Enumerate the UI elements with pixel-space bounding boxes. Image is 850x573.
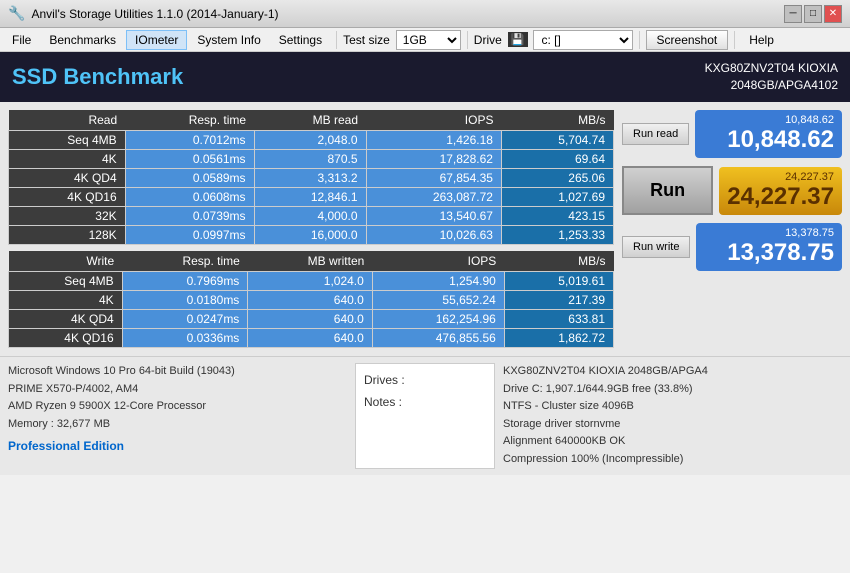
write-mbs-header: MB/s (504, 251, 613, 272)
drive-select[interactable]: c: [] (533, 30, 633, 50)
read-row-0-label: Seq 4MB (9, 131, 126, 150)
read-row-5: 128K 0.0997ms 16,000.0 10,026.63 1,253.3… (9, 226, 614, 245)
os-info: Microsoft Windows 10 Pro 64-bit Build (1… (8, 363, 347, 381)
device-detail: KXG80ZNV2T04 KIOXIA 2048GB/APGA4 (503, 363, 842, 381)
separator4 (734, 31, 735, 49)
right-panel: Run read 10,848.62 10,848.62 Run 24,227.… (622, 110, 842, 348)
write-iops-header: IOPS (372, 251, 504, 272)
drive-detail: Drive C: 1,907.1/644.9GB free (33.8%) (503, 381, 842, 399)
read-row-3: 4K QD16 0.0608ms 12,846.1 263,087.72 1,0… (9, 188, 614, 207)
bottom-left: Microsoft Windows 10 Pro 64-bit Build (1… (8, 363, 347, 469)
write-row-2: 4K QD4 0.0247ms 640.0 162,254.96 633.81 (9, 310, 614, 329)
resptime-col-header: Resp. time (125, 110, 254, 131)
maximize-button[interactable]: □ (804, 5, 822, 23)
drive-label: Drive (474, 33, 502, 47)
drives-label: Drives : (364, 370, 486, 392)
screenshot-button[interactable]: Screenshot (646, 30, 729, 50)
title-bar: 🔧 Anvil's Storage Utilities 1.1.0 (2014-… (0, 0, 850, 28)
run-main-button[interactable]: Run (622, 166, 713, 215)
alignment-info: Alignment 640000KB OK (503, 433, 842, 451)
separator3 (639, 31, 640, 49)
menu-benchmarks[interactable]: Benchmarks (41, 31, 124, 49)
run-write-row: Run write 13,378.75 13,378.75 (622, 223, 842, 271)
bottom-panel: Microsoft Windows 10 Pro 64-bit Build (1… (0, 356, 850, 475)
storage-driver: Storage driver stornvme (503, 416, 842, 434)
title-bar-controls: ─ □ ✕ (784, 5, 842, 23)
main-content: Read Resp. time MB read IOPS MB/s Seq 4M… (0, 102, 850, 356)
edition-label: Professional Edition (8, 437, 347, 456)
device-line1: KXG80ZNV2T04 KIOXIA (705, 60, 838, 77)
device-info: KXG80ZNV2T04 KIOXIA 2048GB/APGA4102 (705, 60, 838, 94)
app-title: SSD Benchmark (12, 64, 183, 90)
compression-info: Compression 100% (Incompressible) (503, 451, 842, 469)
menu-bar: File Benchmarks IOmeter System Info Sett… (0, 28, 850, 52)
notes-label: Notes : (364, 392, 486, 414)
benchmark-table: Read Resp. time MB read IOPS MB/s Seq 4M… (8, 110, 614, 348)
read-row-0-mbs: 5,704.74 (501, 131, 613, 150)
write-col-header: Write (9, 251, 123, 272)
run-main-score-label: 24,227.37 (727, 171, 834, 183)
drive-icon: 💾 (508, 32, 528, 47)
ntfs-detail: NTFS - Cluster size 4096B (503, 398, 842, 416)
testsize-select[interactable]: 1GB 512MB 256MB (396, 30, 461, 50)
run-read-score-label: 10,848.62 (703, 114, 834, 126)
run-main-row: Run 24,227.37 24,227.37 (622, 166, 842, 215)
iops-col-header: IOPS (366, 110, 501, 131)
memory-info: Memory : 32,677 MB (8, 416, 347, 434)
minimize-button[interactable]: ─ (784, 5, 802, 23)
write-row-1: 4K 0.0180ms 640.0 55,652.24 217.39 (9, 291, 614, 310)
write-resptime-header: Resp. time (122, 251, 248, 272)
write-row-0: Seq 4MB 0.7969ms 1,024.0 1,254.90 5,019.… (9, 272, 614, 291)
run-read-score: 10,848.62 10,848.62 (695, 110, 842, 158)
run-read-button[interactable]: Run read (622, 123, 689, 145)
read-row-0-iops: 1,426.18 (366, 131, 501, 150)
app-header: SSD Benchmark KXG80ZNV2T04 KIOXIA 2048GB… (0, 52, 850, 102)
menu-settings[interactable]: Settings (271, 31, 330, 49)
read-row-1-label: 4K (9, 150, 126, 169)
mbread-col-header: MB read (254, 110, 366, 131)
run-write-score: 13,378.75 13,378.75 (696, 223, 842, 271)
menu-sysinfo[interactable]: System Info (189, 31, 268, 49)
separator (336, 31, 337, 49)
read-row-0-mb: 2,048.0 (254, 131, 366, 150)
motherboard-info: PRIME X570-P/4002, AM4 (8, 381, 347, 399)
read-row-0: Seq 4MB 0.7012ms 2,048.0 1,426.18 5,704.… (9, 131, 614, 150)
close-button[interactable]: ✕ (824, 5, 842, 23)
run-write-score-value: 13,378.75 (704, 239, 834, 267)
run-main-score-value: 24,227.37 (727, 183, 834, 211)
read-row-2: 4K QD4 0.0589ms 3,313.2 67,854.35 265.06 (9, 169, 614, 188)
run-read-row: Run read 10,848.62 10,848.62 (622, 110, 842, 158)
run-write-button[interactable]: Run write (622, 236, 690, 258)
menu-file[interactable]: File (4, 31, 39, 49)
read-col-header: Read (9, 110, 126, 131)
bottom-right: KXG80ZNV2T04 KIOXIA 2048GB/APGA4 Drive C… (503, 363, 842, 469)
app-icon: 🔧 (8, 5, 25, 22)
menu-iometer[interactable]: IOmeter (126, 30, 187, 50)
separator2 (467, 31, 468, 49)
write-mb-header: MB written (248, 251, 373, 272)
menu-help[interactable]: Help (741, 31, 782, 49)
device-line2: 2048GB/APGA4102 (705, 77, 838, 94)
testsize-label: Test size (343, 33, 390, 47)
run-write-score-label: 13,378.75 (704, 227, 834, 239)
mbs-col-header: MB/s (501, 110, 613, 131)
read-table: Read Resp. time MB read IOPS MB/s Seq 4M… (8, 110, 614, 245)
read-row-4: 32K 0.0739ms 4,000.0 13,540.67 423.15 (9, 207, 614, 226)
title-bar-text: Anvil's Storage Utilities 1.1.0 (2014-Ja… (31, 7, 784, 21)
run-main-score: 24,227.37 24,227.37 (719, 167, 842, 215)
read-row-1: 4K 0.0561ms 870.5 17,828.62 69.64 (9, 150, 614, 169)
bottom-notes: Drives : Notes : (355, 363, 495, 469)
read-row-0-resp: 0.7012ms (125, 131, 254, 150)
run-read-score-value: 10,848.62 (703, 126, 834, 154)
cpu-info: AMD Ryzen 9 5900X 12-Core Processor (8, 398, 347, 416)
write-table: Write Resp. time MB written IOPS MB/s Se… (8, 251, 614, 348)
write-row-3: 4K QD16 0.0336ms 640.0 476,855.56 1,862.… (9, 329, 614, 348)
